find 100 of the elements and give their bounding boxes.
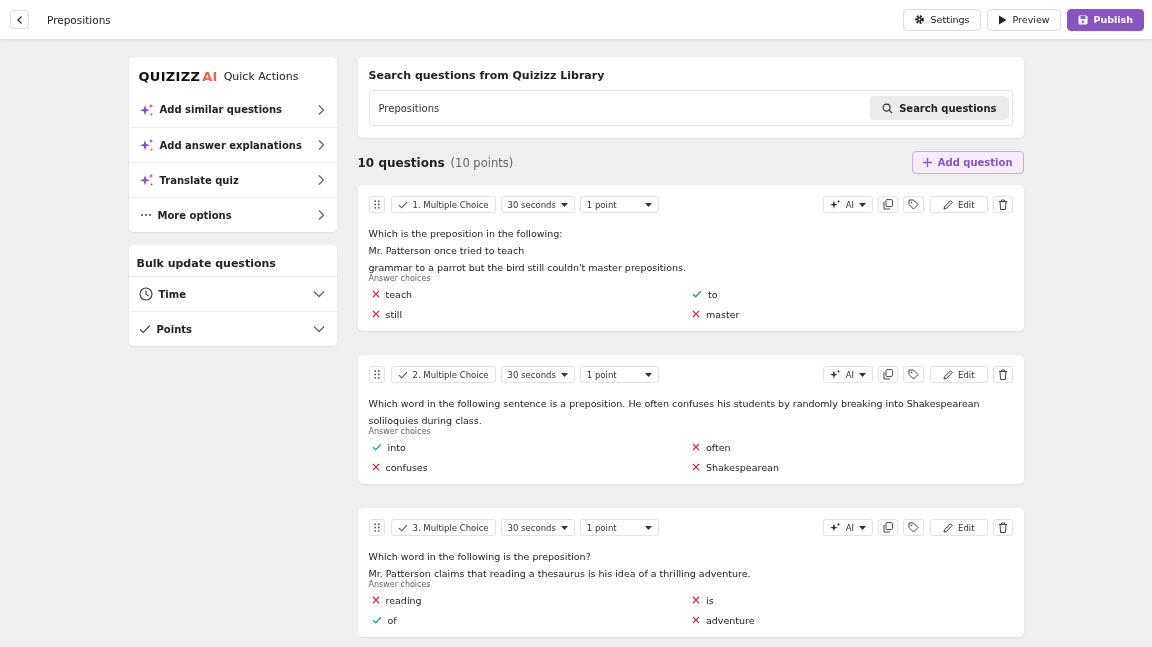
time-dropdown[interactable]: 30 seconds — [500, 366, 575, 383]
copy-button[interactable] — [878, 196, 899, 213]
question-text: Which word in the following sentence is a preposition. He often confuses his students by randomly breaking into Shakespearean soliloquies during class. — [368, 397, 981, 427]
brand-logo: QUIZIZZAI — [138, 69, 218, 84]
sparkle-icon — [139, 102, 154, 117]
quick-action-item[interactable]: More options — [128, 197, 337, 232]
grip-icon — [373, 200, 380, 209]
back-button[interactable] — [10, 10, 29, 29]
copy-icon — [883, 369, 894, 380]
more-icon — [139, 213, 152, 217]
add-question-button[interactable]: Add question — [911, 151, 1024, 174]
answer-choice: confuses — [385, 461, 428, 473]
grip-icon — [373, 523, 380, 532]
question-text: Mr. Patterson once tried to teach — [368, 244, 526, 258]
header-button[interactable]: Preview — [986, 8, 1061, 31]
question-text: grammar to a parrot but the bird still couldn't master prepositions. — [368, 261, 688, 274]
search-button[interactable]: Search questions — [870, 96, 1009, 120]
answer-choices-label: Answer choices — [368, 580, 432, 589]
time-dropdown[interactable]: 30 seconds — [500, 519, 575, 536]
header-button[interactable]: Publish — [1066, 8, 1144, 31]
caret-icon — [859, 525, 867, 530]
points-dropdown[interactable]: 1 point — [579, 519, 659, 536]
pencil-icon — [943, 369, 954, 380]
sparkle-icon — [139, 138, 154, 152]
answer-choices-label: Answer choices — [368, 427, 432, 436]
caret-icon — [859, 372, 867, 377]
chevron-right-icon — [316, 174, 325, 186]
grip-icon — [373, 370, 380, 379]
play-icon — [997, 14, 1007, 25]
caret-icon — [644, 202, 652, 207]
pencil-icon — [943, 199, 954, 210]
question-text: Mr. Patterson claims that reading a thesaurus is his idea of a thrilling adventure. — [368, 567, 752, 580]
caret-icon — [560, 202, 568, 207]
check-icon — [397, 200, 408, 209]
header-button[interactable]: Settings — [902, 8, 981, 31]
question-type-button[interactable]: 1. Multiple Choice — [390, 196, 496, 213]
drag-handle[interactable] — [368, 519, 385, 536]
sparkle-icon — [829, 522, 841, 533]
check-icon — [397, 370, 408, 379]
search-icon — [882, 102, 894, 114]
answer-choice: into — [387, 441, 406, 453]
copy-icon — [883, 199, 894, 210]
answer-choice: still — [385, 308, 403, 320]
bulk-update-item[interactable]: Points — [128, 311, 337, 346]
quiz-title: Prepositions — [47, 13, 111, 26]
chevron-right-icon — [316, 139, 325, 151]
time-dropdown[interactable]: 30 seconds — [500, 196, 575, 213]
question-type-button[interactable]: 3. Multiple Choice — [390, 519, 496, 536]
answer-choice: master — [706, 308, 740, 320]
plus-icon — [922, 158, 932, 167]
answer-choice: Shakespearean — [706, 461, 779, 473]
answer-choice: reading — [385, 594, 422, 606]
answer-choice: is — [706, 594, 714, 606]
drag-handle[interactable] — [368, 196, 385, 213]
trash-icon — [997, 522, 1008, 533]
quick-action-item[interactable]: Add similar questions — [128, 92, 337, 127]
question-count: 10 questions — [357, 155, 445, 170]
pencil-icon — [943, 522, 954, 533]
answer-choice: adventure — [706, 614, 755, 626]
edit-button[interactable]: Edit — [930, 519, 988, 536]
caret-icon — [644, 525, 652, 530]
quick-action-item[interactable]: Add answer explanations — [128, 127, 337, 162]
answer-choice: to — [708, 288, 718, 300]
card-title: Search questions from Quizizz Library — [368, 69, 606, 82]
answer-choice: often — [706, 441, 731, 453]
sparkle-icon — [829, 369, 841, 380]
search-field[interactable]: Prepositions — [378, 102, 871, 114]
points-dropdown[interactable]: 1 point — [579, 366, 659, 383]
chevron-right-icon — [316, 103, 325, 116]
caret-icon — [560, 525, 568, 530]
copy-button[interactable] — [878, 519, 899, 536]
caret-icon — [644, 372, 652, 377]
chevron-right-icon — [316, 209, 325, 221]
quick-action-item[interactable]: Translate quiz — [128, 162, 337, 197]
question-text: Which word in the following is the preposition? — [368, 550, 592, 564]
check-icon — [397, 523, 408, 532]
settings-icon — [913, 14, 925, 25]
copy-button[interactable] — [878, 366, 899, 383]
ai-button[interactable]: AI — [822, 366, 874, 383]
drag-handle[interactable] — [368, 366, 385, 383]
edit-button[interactable]: Edit — [930, 366, 988, 383]
question-type-button[interactable]: 2. Multiple Choice — [390, 366, 496, 383]
sparkle-icon — [829, 199, 841, 210]
edit-button[interactable]: Edit — [930, 196, 988, 213]
ai-button[interactable]: AI — [822, 196, 874, 213]
caret-icon — [560, 372, 568, 377]
trash-icon — [997, 199, 1008, 210]
bulk-update-item[interactable]: Time — [128, 276, 337, 311]
copy-icon — [883, 522, 894, 533]
tag-icon — [908, 369, 920, 380]
points-total: (10 points) — [450, 155, 514, 170]
delete-button[interactable] — [992, 519, 1013, 536]
answer-choice: of — [387, 614, 397, 626]
delete-button[interactable] — [992, 196, 1013, 213]
ai-button[interactable]: AI — [822, 519, 874, 536]
question-text: Which is the preposition in the following: — [368, 227, 564, 241]
delete-button[interactable] — [992, 366, 1013, 383]
card-title: Quick Actions — [223, 70, 299, 83]
chevron-down-icon — [312, 290, 325, 298]
points-dropdown[interactable]: 1 point — [579, 196, 659, 213]
